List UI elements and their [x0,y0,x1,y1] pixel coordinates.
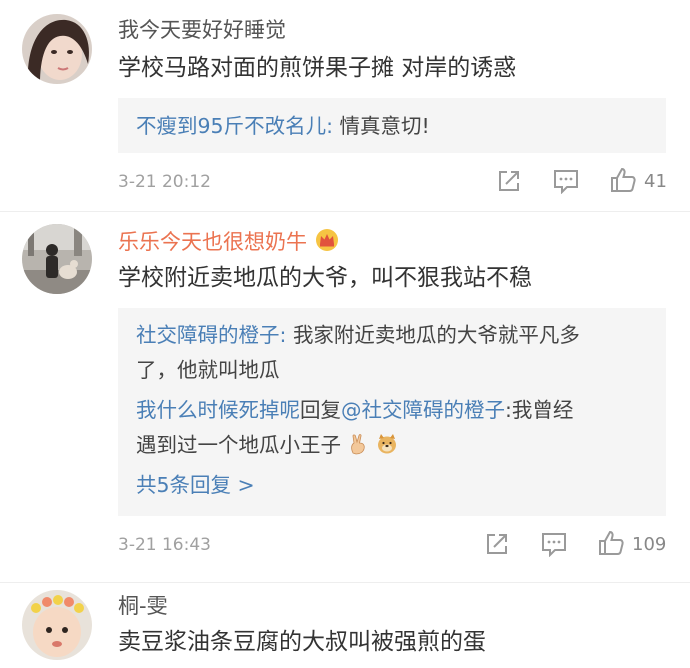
comment-time: 3-21 16:43 [118,535,211,555]
reply-text: :我曾经 [505,398,574,422]
like-button[interactable] [609,166,637,194]
reply-mid-text: 回复 [300,398,341,422]
comment-button[interactable] [540,531,568,557]
avatar[interactable] [22,224,92,294]
girl-portrait-avatar-icon [22,14,92,84]
crown-badge-icon [314,228,340,258]
reply-box[interactable]: 不瘦到95斤不改名儿: 情真意切! [118,98,666,153]
reply-line: 遇到过一个地瓜小王子 [136,431,398,462]
more-replies-link[interactable]: 共5条回复 > [136,471,255,499]
comment-username[interactable]: 桐-雯 [118,593,168,619]
username-text: 乐乐今天也很想奶牛 [118,230,307,254]
comment-item: 桐-雯 卖豆浆油条豆腐的大叔叫被强煎的蛋 [0,583,690,668]
reply-colon: : [279,323,293,347]
comment-username[interactable]: 乐乐今天也很想奶牛 [118,228,340,258]
doge-emoji-icon [376,433,398,462]
repost-icon [487,534,507,554]
reply-author-link[interactable]: 社交障碍的橙子 [136,323,280,347]
comment-item: 乐乐今天也很想奶牛 学校附近卖地瓜的大爷，叫不狠我站不稳 社交障碍的橙子: 我家… [0,212,690,582]
scissors-hand-emoji-icon [348,433,370,462]
comment-icon [554,170,578,194]
comment-text: 卖豆浆油条豆腐的大叔叫被强煎的蛋 [118,629,486,655]
comment-icon [542,533,566,557]
comment-item: 我今天要好好睡觉 学校马路对面的煎饼果子摊 对岸的诱惑 不瘦到95斤不改名儿: … [0,0,690,210]
reply-line: 我什么时候死掉呢回复@社交障碍的橙子:我曾经 [136,396,573,424]
reply-author-link[interactable]: 不瘦到95斤不改名儿 [136,114,326,138]
reply-text: 遇到过一个地瓜小王子 [136,433,341,457]
reply-mention-link[interactable]: @社交障碍的橙子 [341,398,505,422]
reply-line: 不瘦到95斤不改名儿: 情真意切! [136,112,430,140]
reply-colon: : [326,114,340,138]
comment-text: 学校附近卖地瓜的大爷，叫不狠我站不稳 [118,265,532,291]
comment-time: 3-21 20:12 [118,172,211,192]
reply-line: 社交障碍的橙子: 我家附近卖地瓜的大爷就平凡多 [136,321,580,349]
repost-button[interactable] [496,168,522,194]
reply-text: 了，他就叫地瓜 [136,358,280,382]
avatar[interactable] [22,14,92,84]
reply-text: 情真意切! [339,114,430,138]
avatar[interactable] [22,590,92,660]
street-photo-avatar-icon [22,224,92,294]
repost-button[interactable] [484,531,510,557]
reply-author-link[interactable]: 我什么时候死掉呢 [136,398,300,422]
comment-username[interactable]: 我今天要好好睡觉 [118,17,286,43]
repost-icon [499,171,519,191]
like-count: 109 [632,534,667,555]
reply-box[interactable]: 社交障碍的橙子: 我家附近卖地瓜的大爷就平凡多 了，他就叫地瓜 我什么时候死掉呢… [118,308,666,516]
baby-flower-crown-avatar-icon [22,590,92,660]
like-button[interactable] [597,529,625,557]
comment-button[interactable] [552,168,580,194]
comment-text: 学校马路对面的煎饼果子摊 对岸的诱惑 [118,55,517,81]
reply-text: 我家附近卖地瓜的大爷就平凡多 [292,323,580,347]
like-count: 41 [644,171,667,192]
thumbs-up-icon [611,167,636,192]
reply-line: 了，他就叫地瓜 [136,356,280,384]
thumbs-up-icon [599,530,624,555]
